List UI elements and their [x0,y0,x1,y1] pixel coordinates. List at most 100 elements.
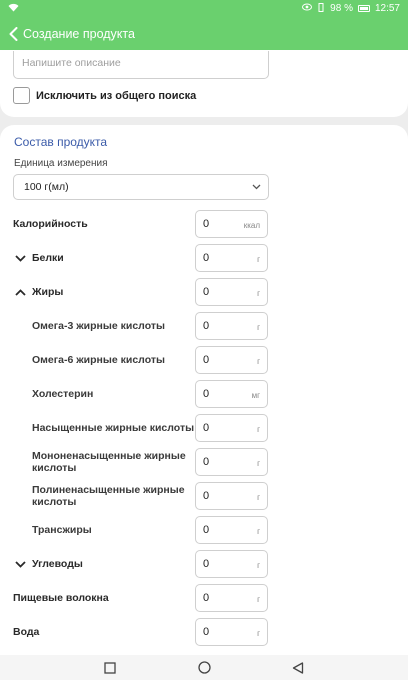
nutrient-label: Холестерин [32,388,94,400]
exclude-search-label: Исключить из общего поиска [36,89,197,102]
nutrient-unit: г [257,629,260,638]
nutrient-input[interactable]: 0г [195,414,268,442]
unit-label: Единица измерения [14,158,108,169]
chevron-down-icon[interactable] [13,251,27,265]
description-input[interactable]: Напишите описание [13,51,269,79]
nutrient-row: Омега-6 жирные кислоты 0 г [0,346,408,374]
nutrient-row: Жиры 0 г [0,278,408,306]
page-title: Создание продукта [23,26,135,41]
nutrient-label-wrap: Омега-6 жирные кислоты [32,346,207,374]
nutrient-unit: г [257,357,260,366]
nutrient-unit: г [257,561,260,570]
nutrient-label-wrap: Мононенасыщенные жирные кислоты [32,448,207,476]
nutrient-input[interactable]: 0г [195,448,268,476]
wifi-icon [8,3,19,15]
exclude-search-row[interactable]: Исключить из общего поиска [13,87,196,104]
nutrient-label-wrap[interactable]: Углеводы [13,550,188,578]
nutrient-input[interactable]: 0 мг [195,380,268,408]
nutrient-unit: ккал [243,221,260,230]
nutrient-label-wrap: Насыщенные жирные кислоты [32,414,207,442]
nutrient-unit: г [257,459,260,468]
nutrient-input[interactable]: 0г [195,584,268,612]
nutrient-row: Полиненасыщенные жирные кислоты 0 г [0,482,408,510]
nutrient-unit: г [257,289,260,298]
status-bar: 98 % 12:57 [0,0,408,17]
back-button[interactable] [290,660,306,676]
nutrient-label: Пищевые волокна [13,592,109,604]
nutrient-label-wrap: Вода [13,618,188,646]
description-card: Напишите описание Исключить из общего по… [0,50,408,117]
nutrient-label-wrap: Пищевые волокна [13,584,188,612]
app-bar: Создание продукта [0,17,408,50]
nutrient-value: 0 [203,456,210,468]
nutrient-label: Калорийность [13,218,88,230]
battery-percent: 98 % [330,3,353,14]
nutrient-label-wrap[interactable]: Белки [13,244,188,272]
nutrient-unit: г [257,595,260,604]
chevron-up-icon[interactable] [13,285,27,299]
unit-select[interactable]: 100 г(мл) [13,174,269,200]
nutrient-label: Полиненасыщенные жирные кислоты [32,484,185,508]
nutrient-value: 0 [203,388,210,400]
nutrient-row: Пищевые волокна 0 г [0,584,408,612]
nutrient-label: Омега-3 жирные кислоты [32,320,165,332]
nutrient-row: Калорийность 0 ккал [0,210,408,238]
vibrate-icon [317,2,325,15]
nutrient-input[interactable]: 0г [195,244,268,272]
chevron-down-icon[interactable] [13,557,27,571]
nutrient-value: 0 [203,286,210,298]
nutrient-row: Белки 0 г [0,244,408,272]
nutrient-row: Трансжиры 0 г [0,516,408,544]
nutrient-unit: мг [251,391,260,400]
composition-title: Состав продукта [14,135,108,149]
nutrient-input[interactable]: 0г [195,550,268,578]
nutrient-value: 0 [203,626,210,638]
recents-button[interactable] [102,660,118,676]
nutrient-label-wrap: Холестерин [32,380,207,408]
nutrient-unit: г [257,323,260,332]
nutrient-label: Насыщенные жирные кислоты [32,422,195,434]
nutrient-row: Мононенасыщенные жирные кислоты 0 г [0,448,408,476]
nutrient-value: 0 [203,354,210,366]
nutrient-value: 0 [203,490,210,502]
eye-icon [302,3,313,14]
nutrient-value: 0 [203,320,210,332]
status-time: 12:57 [374,3,400,14]
nutrient-label: Мононенасыщенные жирные кислоты [32,450,186,474]
nutrient-row: Углеводы 0 г [0,550,408,578]
nutrient-row: Насыщенные жирные кислоты 0 г [0,414,408,442]
nutrient-row: Холестерин 0 мг [0,380,408,408]
nutrient-input[interactable]: 0г [195,346,268,374]
nutrient-label: Вода [13,626,40,638]
nutrient-value: 0 [203,252,210,264]
nutrient-input[interactable]: 0г [195,516,268,544]
nutrient-label: Трансжиры [32,524,92,536]
nutrient-row: Вода 0 г [0,618,408,646]
back-arrow-icon[interactable] [6,24,20,44]
home-button[interactable] [196,660,212,676]
nutrient-input[interactable]: 0г [195,278,268,306]
nutrient-input[interactable]: 0г [195,618,268,646]
nutrient-label-wrap: Омега-3 жирные кислоты [32,312,207,340]
nutrient-label: Жиры [32,286,64,298]
nutrient-value: 0 [203,218,210,230]
nutrient-value: 0 [203,524,210,536]
nutrient-value: 0 [203,558,210,570]
nutrient-input[interactable]: 0г [195,482,268,510]
nutrient-input[interactable]: 0г [195,312,268,340]
composition-card: Состав продукта Единица измерения 100 г(… [0,125,408,655]
unit-select-value: 100 г(мл) [24,181,69,193]
nutrient-row: Омега-3 жирные кислоты 0 г [0,312,408,340]
nutrient-unit: г [257,425,260,434]
nutrient-unit: г [257,527,260,536]
nutrient-label-wrap: Калорийность [13,210,188,238]
nutrient-label: Углеводы [32,558,83,570]
exclude-search-checkbox[interactable] [13,87,30,104]
chevron-down-icon [252,181,261,193]
nutrient-label-wrap[interactable]: Жиры [13,278,188,306]
battery-icon [357,5,370,12]
nutrient-input[interactable]: 0 ккал [195,210,268,238]
nutrient-label: Омега-6 жирные кислоты [32,354,165,366]
nutrient-unit: г [257,493,260,502]
nutrient-label-wrap: Трансжиры [32,516,207,544]
